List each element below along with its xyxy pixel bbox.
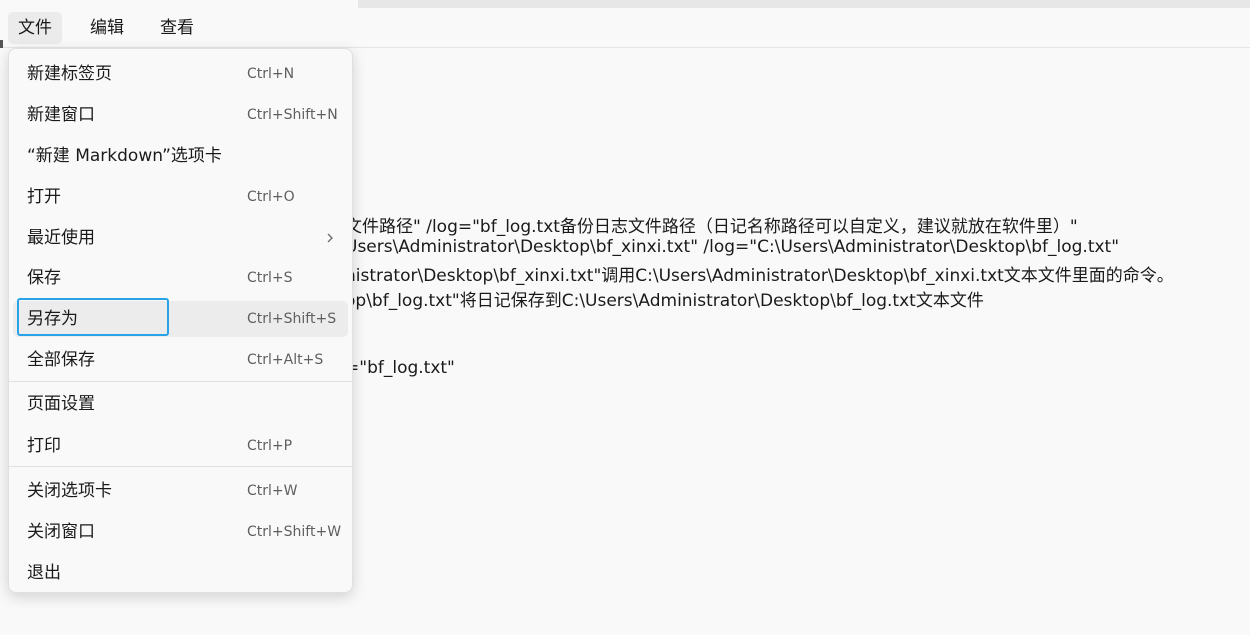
menu-item-shortcut: Ctrl+S	[247, 270, 293, 286]
menu-item-label: 全部保存	[27, 350, 95, 370]
menu-item-exit[interactable]: 退出	[13, 555, 348, 591]
menu-separator	[9, 381, 352, 382]
editor-line: nistrator\Desktop\bf_xinxi.txt"调用C:\User…	[345, 266, 1174, 286]
menu-item-shortcut: Ctrl+Alt+S	[247, 352, 324, 368]
menu-item-label: 新建窗口	[27, 105, 95, 125]
menu-item-save-all[interactable]: 全部保存 Ctrl+Alt+S	[13, 342, 348, 378]
menu-item-label: 页面设置	[27, 394, 95, 414]
menu-item-recent[interactable]: 最近使用	[13, 220, 348, 256]
menu-item-label: 关闭窗口	[27, 522, 95, 542]
menu-item-label: 退出	[27, 563, 61, 583]
menu-item-shortcut: Ctrl+Shift+S	[247, 311, 337, 327]
menu-item-label: 打开	[27, 187, 61, 207]
chevron-right-icon	[327, 233, 333, 243]
editor-line: 文件路径" /log="bf_log.txt备份日志文件路径（日记名称路径可以自…	[345, 217, 1078, 237]
menu-view[interactable]: 查看	[150, 12, 204, 44]
file-menu-dropdown: 新建标签页 Ctrl+N 新建窗口 Ctrl+Shift+N “新建 Markd…	[8, 48, 353, 593]
menu-item-save[interactable]: 保存 Ctrl+S	[13, 260, 348, 296]
menu-item-print[interactable]: 打印 Ctrl+P	[13, 428, 348, 464]
menu-item-close-tab[interactable]: 关闭选项卡 Ctrl+W	[13, 473, 348, 509]
editor-line: Users\Administrator\Desktop\bf_xinxi.txt…	[345, 237, 1120, 257]
tab-strip	[0, 0, 1250, 8]
active-tab[interactable]	[0, 0, 358, 8]
menu-item-new-tab[interactable]: 新建标签页 Ctrl+N	[13, 56, 348, 92]
editor-line: ="bf_log.txt"	[345, 358, 455, 378]
menu-item-shortcut: Ctrl+P	[247, 438, 293, 454]
menu-item-page-setup[interactable]: 页面设置	[13, 386, 348, 422]
editor-line: op\bf_log.txt"将日记保存到C:\Users\Administrat…	[345, 291, 984, 311]
menu-item-label: 关闭选项卡	[27, 481, 112, 501]
menu-item-label: 最近使用	[27, 228, 95, 248]
menu-edit[interactable]: 编辑	[80, 12, 134, 44]
menu-item-label: 新建标签页	[27, 64, 112, 84]
keyboard-focus-outline	[17, 298, 169, 336]
menu-item-shortcut: Ctrl+N	[247, 66, 295, 82]
menu-file[interactable]: 文件	[8, 12, 62, 44]
menu-item-shortcut: Ctrl+Shift+N	[247, 107, 338, 123]
menu-item-label: 打印	[27, 436, 61, 456]
menu-item-label: 保存	[27, 268, 61, 288]
menu-item-new-window[interactable]: 新建窗口 Ctrl+Shift+N	[13, 97, 348, 133]
menu-item-close-window[interactable]: 关闭窗口 Ctrl+Shift+W	[13, 514, 348, 550]
window-edge-mark	[0, 40, 3, 48]
menu-item-label: “新建 Markdown”选项卡	[27, 146, 222, 166]
menu-item-open[interactable]: 打开 Ctrl+O	[13, 179, 348, 215]
menu-item-shortcut: Ctrl+W	[247, 483, 298, 499]
menu-item-shortcut: Ctrl+Shift+W	[247, 524, 342, 540]
menu-bar: 文件 编辑 查看	[0, 8, 1250, 48]
menu-separator	[9, 466, 352, 467]
menu-item-new-markdown-tab[interactable]: “新建 Markdown”选项卡	[13, 138, 348, 174]
menu-item-shortcut: Ctrl+O	[247, 189, 295, 205]
